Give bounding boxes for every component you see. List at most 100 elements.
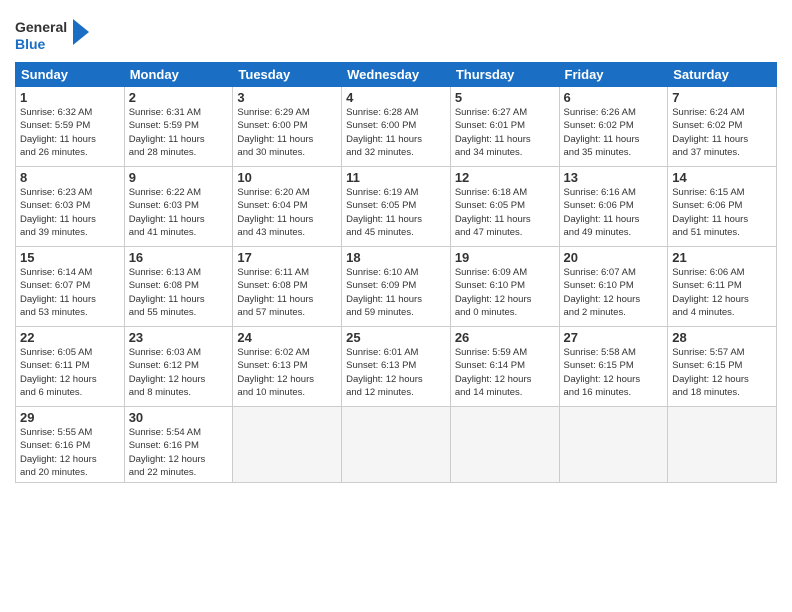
calendar-cell: 5Sunrise: 6:27 AM Sunset: 6:01 PM Daylig… <box>450 87 559 167</box>
day-info: Sunrise: 6:23 AM Sunset: 6:03 PM Dayligh… <box>20 186 120 239</box>
day-info: Sunrise: 6:28 AM Sunset: 6:00 PM Dayligh… <box>346 106 446 159</box>
calendar-cell: 9Sunrise: 6:22 AM Sunset: 6:03 PM Daylig… <box>124 167 233 247</box>
calendar-cell: 29Sunrise: 5:55 AM Sunset: 6:16 PM Dayli… <box>16 407 125 483</box>
day-number: 18 <box>346 250 446 265</box>
day-number: 11 <box>346 170 446 185</box>
day-number: 19 <box>455 250 555 265</box>
day-number: 27 <box>564 330 664 345</box>
calendar-cell: 22Sunrise: 6:05 AM Sunset: 6:11 PM Dayli… <box>16 327 125 407</box>
day-info: Sunrise: 6:01 AM Sunset: 6:13 PM Dayligh… <box>346 346 446 399</box>
day-info: Sunrise: 6:07 AM Sunset: 6:10 PM Dayligh… <box>564 266 664 319</box>
day-number: 10 <box>237 170 337 185</box>
calendar-cell: 24Sunrise: 6:02 AM Sunset: 6:13 PM Dayli… <box>233 327 342 407</box>
day-info: Sunrise: 5:55 AM Sunset: 6:16 PM Dayligh… <box>20 426 120 479</box>
day-info: Sunrise: 6:10 AM Sunset: 6:09 PM Dayligh… <box>346 266 446 319</box>
day-number: 2 <box>129 90 229 105</box>
day-number: 5 <box>455 90 555 105</box>
calendar-cell: 17Sunrise: 6:11 AM Sunset: 6:08 PM Dayli… <box>233 247 342 327</box>
day-number: 12 <box>455 170 555 185</box>
day-number: 7 <box>672 90 772 105</box>
calendar-cell: 15Sunrise: 6:14 AM Sunset: 6:07 PM Dayli… <box>16 247 125 327</box>
calendar-cell: 6Sunrise: 6:26 AM Sunset: 6:02 PM Daylig… <box>559 87 668 167</box>
calendar-cell: 12Sunrise: 6:18 AM Sunset: 6:05 PM Dayli… <box>450 167 559 247</box>
col-header-tuesday: Tuesday <box>233 63 342 87</box>
day-info: Sunrise: 6:13 AM Sunset: 6:08 PM Dayligh… <box>129 266 229 319</box>
day-info: Sunrise: 6:02 AM Sunset: 6:13 PM Dayligh… <box>237 346 337 399</box>
calendar-cell: 25Sunrise: 6:01 AM Sunset: 6:13 PM Dayli… <box>342 327 451 407</box>
calendar-cell: 21Sunrise: 6:06 AM Sunset: 6:11 PM Dayli… <box>668 247 777 327</box>
day-info: Sunrise: 5:59 AM Sunset: 6:14 PM Dayligh… <box>455 346 555 399</box>
calendar-cell: 30Sunrise: 5:54 AM Sunset: 6:16 PM Dayli… <box>124 407 233 483</box>
day-info: Sunrise: 5:54 AM Sunset: 6:16 PM Dayligh… <box>129 426 229 479</box>
calendar-cell: 23Sunrise: 6:03 AM Sunset: 6:12 PM Dayli… <box>124 327 233 407</box>
day-number: 9 <box>129 170 229 185</box>
col-header-sunday: Sunday <box>16 63 125 87</box>
day-info: Sunrise: 6:16 AM Sunset: 6:06 PM Dayligh… <box>564 186 664 239</box>
svg-text:Blue: Blue <box>15 36 46 52</box>
day-number: 4 <box>346 90 446 105</box>
day-info: Sunrise: 6:19 AM Sunset: 6:05 PM Dayligh… <box>346 186 446 239</box>
calendar-cell <box>342 407 451 483</box>
calendar-cell: 26Sunrise: 5:59 AM Sunset: 6:14 PM Dayli… <box>450 327 559 407</box>
col-header-wednesday: Wednesday <box>342 63 451 87</box>
day-info: Sunrise: 6:15 AM Sunset: 6:06 PM Dayligh… <box>672 186 772 239</box>
day-info: Sunrise: 6:06 AM Sunset: 6:11 PM Dayligh… <box>672 266 772 319</box>
calendar-cell <box>668 407 777 483</box>
day-info: Sunrise: 6:29 AM Sunset: 6:00 PM Dayligh… <box>237 106 337 159</box>
day-number: 8 <box>20 170 120 185</box>
calendar-cell: 10Sunrise: 6:20 AM Sunset: 6:04 PM Dayli… <box>233 167 342 247</box>
day-info: Sunrise: 6:26 AM Sunset: 6:02 PM Dayligh… <box>564 106 664 159</box>
calendar-cell: 8Sunrise: 6:23 AM Sunset: 6:03 PM Daylig… <box>16 167 125 247</box>
day-number: 21 <box>672 250 772 265</box>
day-info: Sunrise: 6:18 AM Sunset: 6:05 PM Dayligh… <box>455 186 555 239</box>
calendar-cell <box>233 407 342 483</box>
day-number: 25 <box>346 330 446 345</box>
day-info: Sunrise: 6:05 AM Sunset: 6:11 PM Dayligh… <box>20 346 120 399</box>
calendar-cell: 14Sunrise: 6:15 AM Sunset: 6:06 PM Dayli… <box>668 167 777 247</box>
calendar: SundayMondayTuesdayWednesdayThursdayFrid… <box>15 62 777 483</box>
day-info: Sunrise: 6:31 AM Sunset: 5:59 PM Dayligh… <box>129 106 229 159</box>
col-header-saturday: Saturday <box>668 63 777 87</box>
col-header-friday: Friday <box>559 63 668 87</box>
day-number: 6 <box>564 90 664 105</box>
day-number: 14 <box>672 170 772 185</box>
logo: GeneralBlue <box>15 14 90 56</box>
calendar-cell: 2Sunrise: 6:31 AM Sunset: 5:59 PM Daylig… <box>124 87 233 167</box>
day-info: Sunrise: 6:14 AM Sunset: 6:07 PM Dayligh… <box>20 266 120 319</box>
col-header-thursday: Thursday <box>450 63 559 87</box>
day-number: 22 <box>20 330 120 345</box>
calendar-cell: 3Sunrise: 6:29 AM Sunset: 6:00 PM Daylig… <box>233 87 342 167</box>
day-number: 15 <box>20 250 120 265</box>
calendar-cell: 20Sunrise: 6:07 AM Sunset: 6:10 PM Dayli… <box>559 247 668 327</box>
calendar-cell <box>450 407 559 483</box>
day-number: 29 <box>20 410 120 425</box>
day-number: 23 <box>129 330 229 345</box>
calendar-cell: 1Sunrise: 6:32 AM Sunset: 5:59 PM Daylig… <box>16 87 125 167</box>
col-header-monday: Monday <box>124 63 233 87</box>
day-info: Sunrise: 6:24 AM Sunset: 6:02 PM Dayligh… <box>672 106 772 159</box>
calendar-cell: 7Sunrise: 6:24 AM Sunset: 6:02 PM Daylig… <box>668 87 777 167</box>
day-info: Sunrise: 6:22 AM Sunset: 6:03 PM Dayligh… <box>129 186 229 239</box>
day-info: Sunrise: 6:20 AM Sunset: 6:04 PM Dayligh… <box>237 186 337 239</box>
calendar-cell: 16Sunrise: 6:13 AM Sunset: 6:08 PM Dayli… <box>124 247 233 327</box>
calendar-cell: 18Sunrise: 6:10 AM Sunset: 6:09 PM Dayli… <box>342 247 451 327</box>
day-number: 30 <box>129 410 229 425</box>
day-number: 13 <box>564 170 664 185</box>
calendar-cell: 27Sunrise: 5:58 AM Sunset: 6:15 PM Dayli… <box>559 327 668 407</box>
day-info: Sunrise: 5:58 AM Sunset: 6:15 PM Dayligh… <box>564 346 664 399</box>
calendar-cell: 11Sunrise: 6:19 AM Sunset: 6:05 PM Dayli… <box>342 167 451 247</box>
svg-text:General: General <box>15 19 67 35</box>
day-info: Sunrise: 6:09 AM Sunset: 6:10 PM Dayligh… <box>455 266 555 319</box>
calendar-cell: 13Sunrise: 6:16 AM Sunset: 6:06 PM Dayli… <box>559 167 668 247</box>
day-info: Sunrise: 6:27 AM Sunset: 6:01 PM Dayligh… <box>455 106 555 159</box>
calendar-cell: 28Sunrise: 5:57 AM Sunset: 6:15 PM Dayli… <box>668 327 777 407</box>
calendar-cell: 4Sunrise: 6:28 AM Sunset: 6:00 PM Daylig… <box>342 87 451 167</box>
day-number: 16 <box>129 250 229 265</box>
calendar-cell: 19Sunrise: 6:09 AM Sunset: 6:10 PM Dayli… <box>450 247 559 327</box>
calendar-cell <box>559 407 668 483</box>
day-number: 28 <box>672 330 772 345</box>
day-number: 3 <box>237 90 337 105</box>
day-number: 26 <box>455 330 555 345</box>
day-number: 24 <box>237 330 337 345</box>
day-number: 17 <box>237 250 337 265</box>
